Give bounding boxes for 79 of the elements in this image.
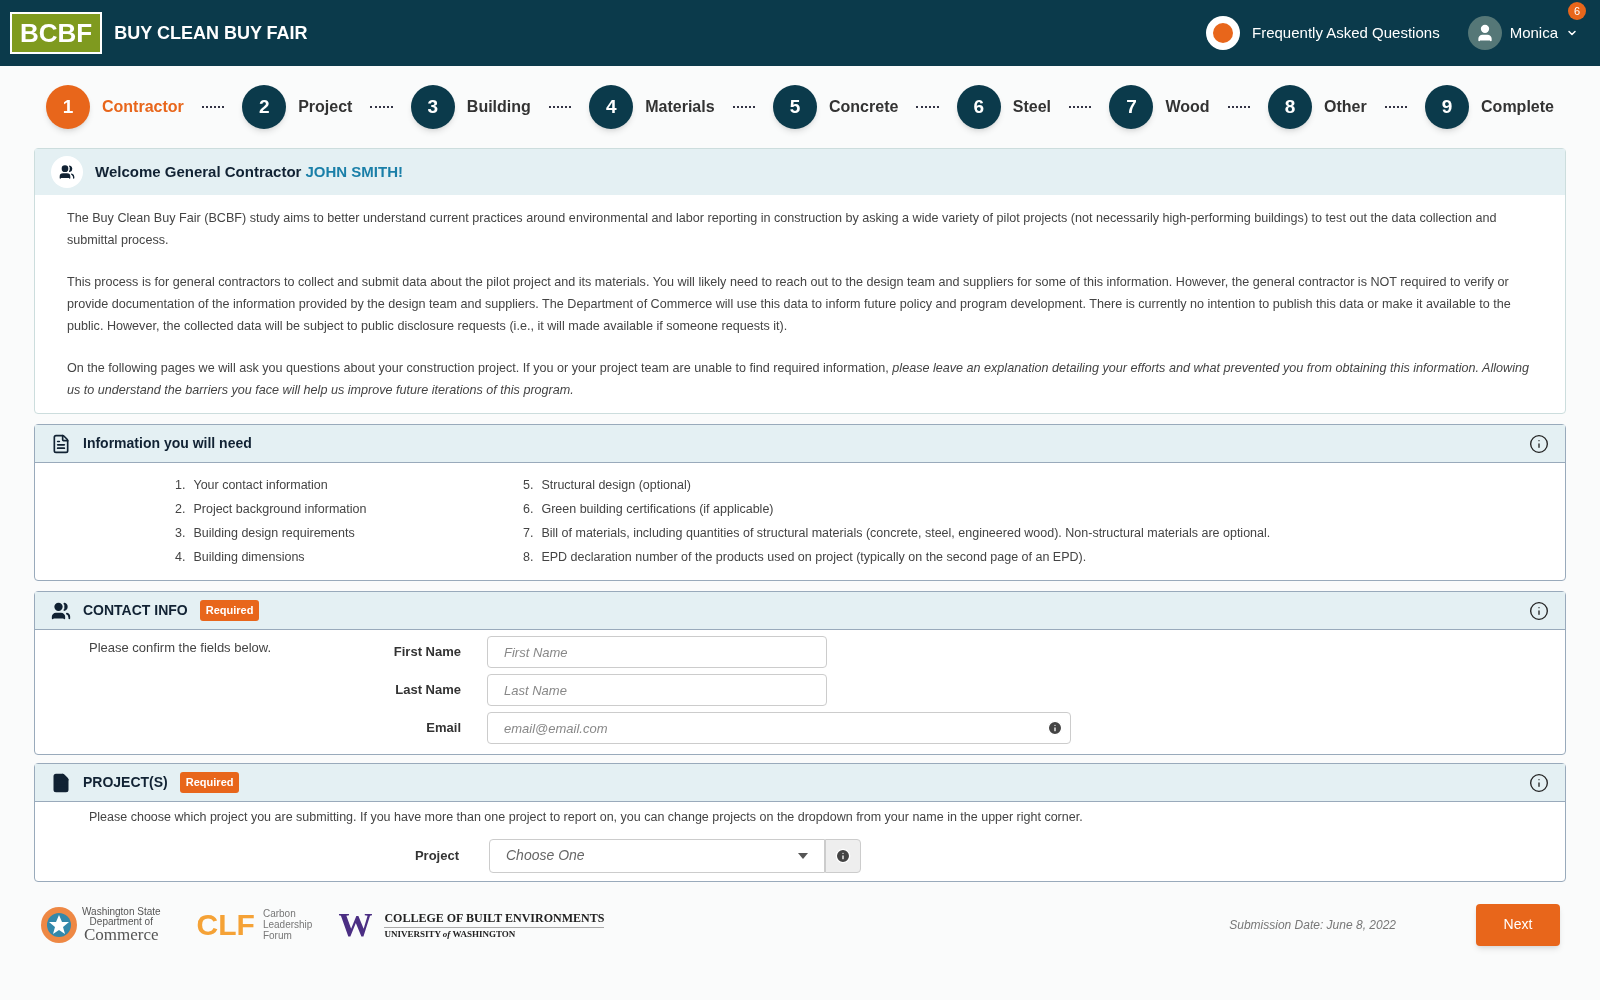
document-icon: [51, 433, 71, 454]
info-icon[interactable]: [1529, 600, 1549, 621]
list-item: Project background information: [193, 501, 367, 518]
logo-text: COLLEGE OF BUILT ENVIRONMENTS: [384, 908, 605, 928]
info-icon: [835, 847, 851, 864]
item-number: 8.: [523, 549, 534, 566]
item-number: 2.: [175, 501, 186, 518]
step-label[interactable]: Project: [298, 95, 353, 119]
step-label[interactable]: Concrete: [829, 95, 899, 119]
notification-badge: 6: [1568, 2, 1586, 20]
step-number[interactable]: 4: [589, 85, 634, 129]
logo-text: Leadership: [262, 919, 313, 931]
text-field[interactable]: First Name: [487, 636, 827, 668]
required-badge: Required: [179, 772, 240, 793]
instruction-text: Please choose which project you are submitting. If you have more than one project to report on, you can change projects on the dropdown from your name in the upper right corner.: [89, 809, 1084, 826]
section-title: CONTACT INFO: [83, 601, 188, 620]
step-label[interactable]: Other: [1324, 95, 1367, 119]
section-title: PROJECT(S): [83, 773, 168, 792]
list-item: Building dimensions: [193, 549, 305, 566]
info-button[interactable]: [825, 838, 861, 873]
logo-text: Commerce: [84, 926, 159, 943]
welcome-title: Welcome General Contractor: [95, 161, 302, 182]
list-item: EPD declaration number of the products used on project (typically on the second page of an EPD).: [541, 549, 1087, 566]
submission-date: Submission Date: June 8, 2022: [1229, 916, 1396, 934]
caret-icon: [798, 852, 808, 859]
list-item: Building design requirements: [193, 525, 355, 542]
step-number[interactable]: 8: [1268, 85, 1312, 129]
text-field[interactable]: Last Name: [487, 674, 827, 706]
item-number: 4.: [175, 549, 186, 566]
document-icon: [51, 772, 71, 793]
paragraph: The Buy Clean Buy Fair (BCBF) study aims to better understand current practices around environmental and labor reporting in construction by asking a wide variety of pilot projects (not necessarily high-performing buildings) to test out the data collection and submittal process.: [67, 210, 1498, 249]
logo-text: Department of: [89, 916, 153, 927]
item-number: 3.: [175, 525, 186, 542]
field-label: Last Name: [394, 681, 461, 700]
contractor-name: JOHN SMITH!: [305, 161, 403, 182]
section-title: Information you will need: [83, 434, 252, 453]
item-number: 5.: [523, 477, 534, 494]
logo-text: Washington State: [82, 906, 161, 917]
item-number: 1.: [175, 477, 186, 494]
paragraph: On the following pages we will ask you questions about your construction project. If you or your project team are unable to find required information, please leave an explanation detailing your efforts and what prevented you from obtaining this information. Allowing us to understand the barriers you face will help us improve future iterations of this program.: [67, 360, 1530, 399]
step-label[interactable]: Complete: [1481, 95, 1554, 119]
app-title: BUY CLEAN BUY FAIR: [114, 21, 308, 45]
field-label: Project: [413, 847, 459, 865]
avatar-icon[interactable]: [1467, 16, 1502, 50]
instruction-text: Please confirm the fields below.: [89, 639, 273, 657]
star-logo-icon: [40, 905, 78, 944]
step-number[interactable]: 2: [242, 85, 287, 129]
step-number[interactable]: 3: [410, 85, 455, 129]
step-number[interactable]: 9: [1425, 85, 1470, 129]
step-number[interactable]: 5: [773, 85, 817, 129]
logo-text: Carbon: [262, 908, 297, 920]
users-icon: [51, 600, 71, 621]
field-label: Email: [425, 719, 461, 738]
users-icon: [51, 156, 83, 188]
clf-logo: CLF: [196, 907, 255, 944]
step-label[interactable]: Wood: [1165, 95, 1210, 119]
list-item: Green building certifications (if applicable): [541, 501, 774, 518]
info-icon[interactable]: [1529, 433, 1549, 454]
info-icon[interactable]: [1529, 772, 1549, 793]
step-label[interactable]: Building: [466, 95, 531, 119]
logo-text: Forum: [262, 930, 292, 942]
list-item: Bill of materials, including quantities of structural materials (concrete, steel, engineered wood). Non-structural materials are optional.: [541, 525, 1271, 542]
faq-link[interactable]: Frequently Asked Questions: [1252, 21, 1440, 45]
required-badge: Required: [199, 600, 260, 621]
step-number[interactable]: 6: [956, 85, 1001, 129]
uw-logo: W: [338, 905, 373, 946]
field-label: First Name: [392, 643, 461, 662]
logo-text: UNIVERSITY of WASHINGTON: [384, 927, 517, 941]
project-select[interactable]: Choose One: [489, 838, 825, 873]
step-label[interactable]: Materials: [645, 95, 715, 119]
step-label[interactable]: Steel: [1012, 95, 1052, 119]
list-item: Structural design (optional): [541, 477, 691, 494]
item-number: 6.: [523, 501, 534, 518]
user-name[interactable]: Monica: [1509, 21, 1558, 45]
paragraph: This process is for general contractors to collect and submit data about the pilot project and its materials. You will likely need to reach out to the design team and suppliers for some of this information. However, the general contractor is NOT required to verify or provide documentation of the information provided by the design team and suppliers. The Department of Commerce will use this data to inform future policy and program development. There is currently no intention to publish this data or make it available to the public. However, the collected data will be subject to public disclosure requests (i.e., it will made available if someone requests it).: [67, 274, 1512, 335]
email-field[interactable]: email@email.com: [487, 712, 1071, 744]
item-number: 7.: [523, 525, 534, 542]
list-item: Your contact information: [193, 477, 328, 494]
step-number[interactable]: 7: [1109, 85, 1154, 129]
